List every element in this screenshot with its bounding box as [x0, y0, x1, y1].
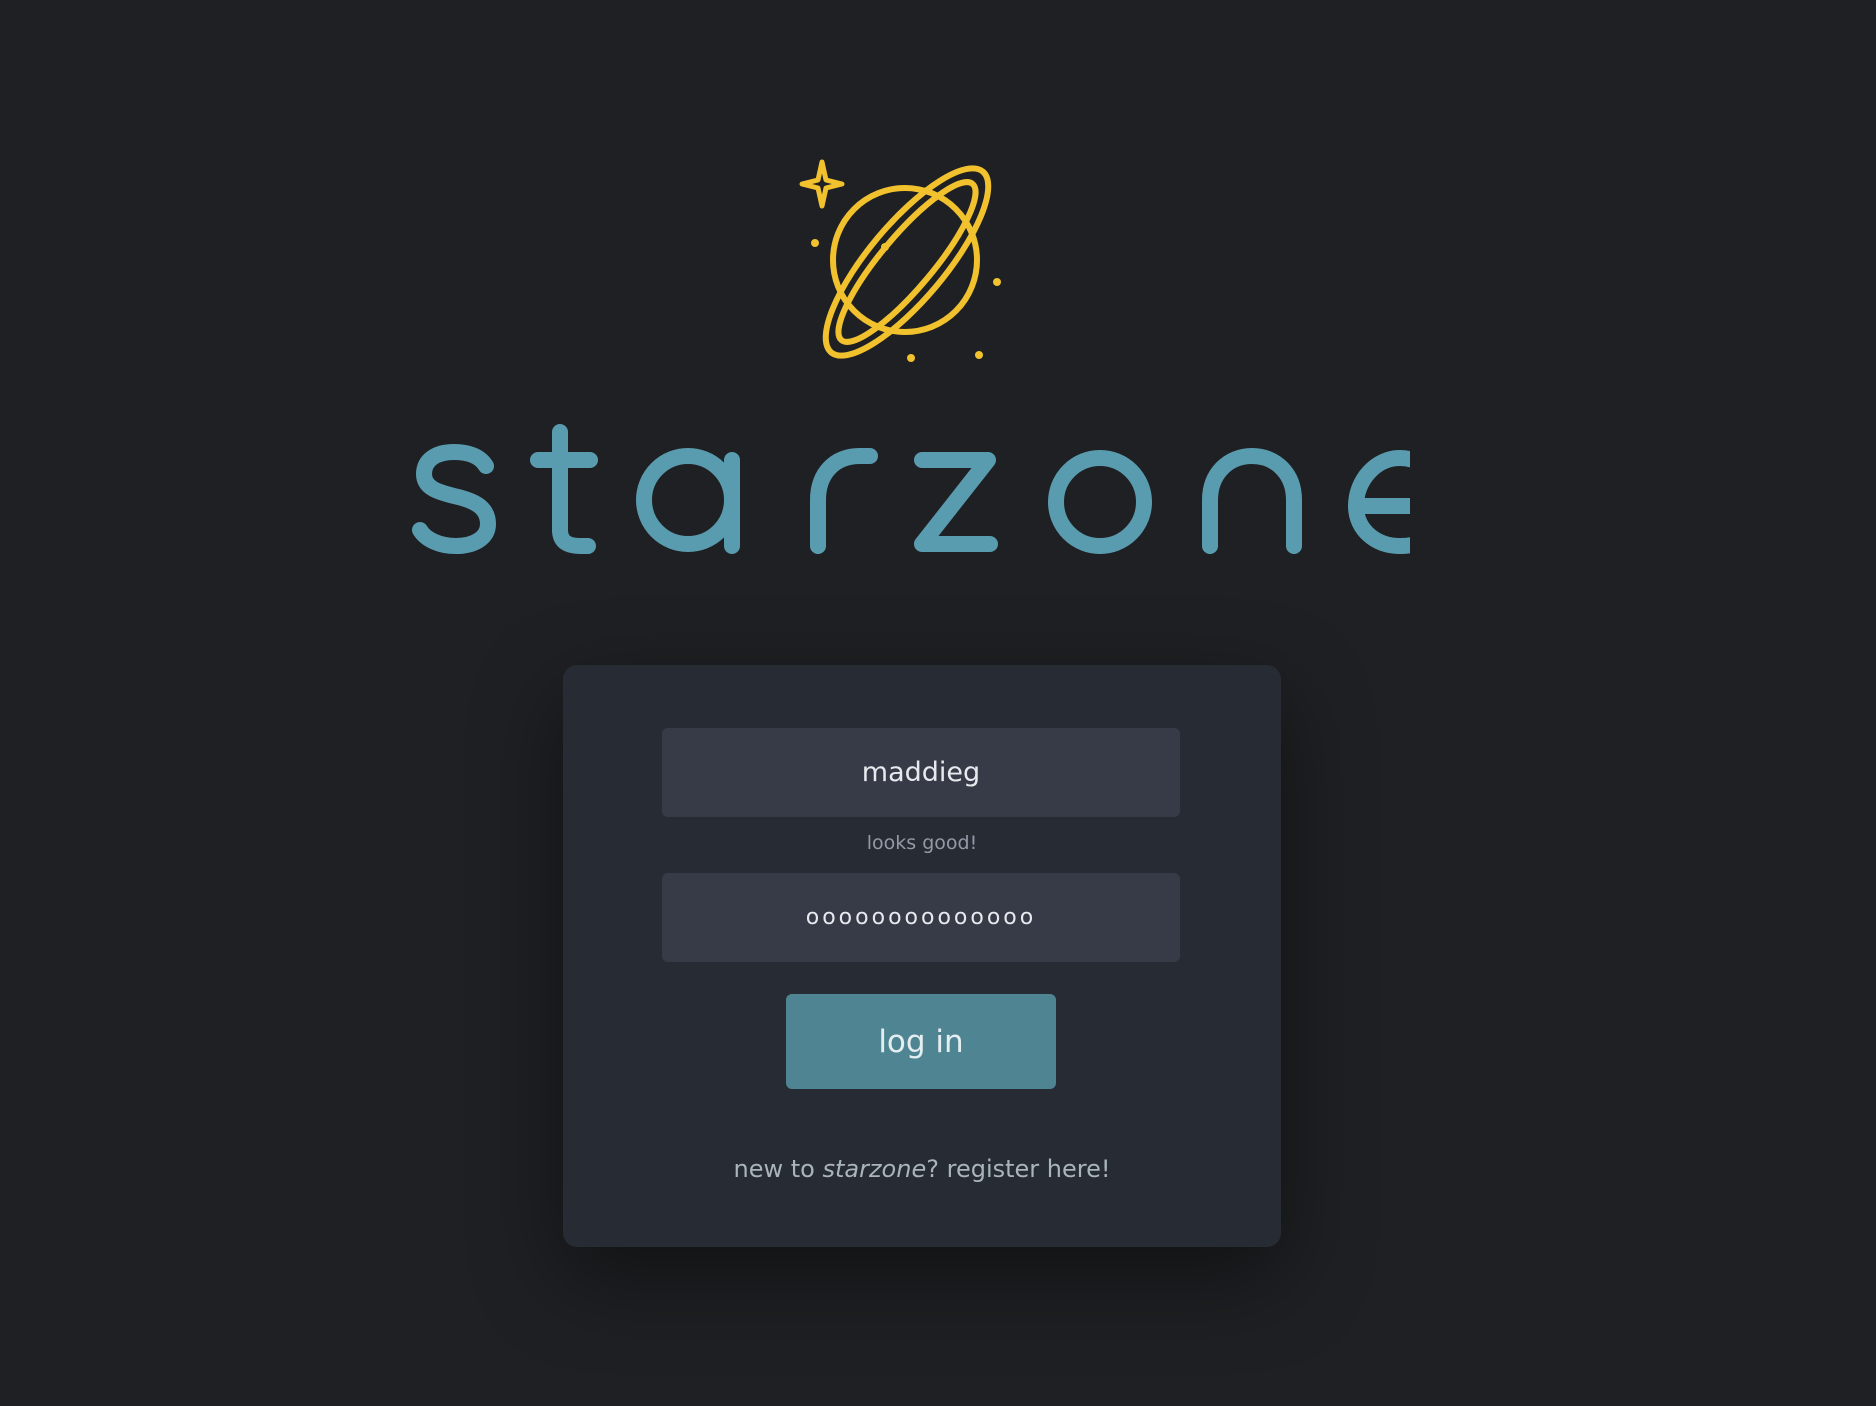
login-page: looks good! log in new to starzone? regi…: [0, 0, 1876, 1406]
register-prompt: new to starzone? register here!: [563, 1155, 1281, 1183]
password-input[interactable]: [662, 873, 1180, 962]
starzone-wordmark-logo: [412, 424, 1410, 554]
username-validation-hint: looks good!: [866, 832, 978, 854]
register-brand-text: starzone: [822, 1155, 927, 1183]
register-link[interactable]: register here!: [947, 1155, 1111, 1183]
planet-logo-icon: [799, 159, 1001, 362]
username-input[interactable]: [662, 728, 1180, 817]
log-in-button[interactable]: log in: [786, 994, 1056, 1089]
register-suffix-text: ?: [926, 1155, 939, 1183]
register-prefix-text: new to: [733, 1155, 823, 1183]
login-card: looks good! log in new to starzone? regi…: [563, 665, 1281, 1247]
